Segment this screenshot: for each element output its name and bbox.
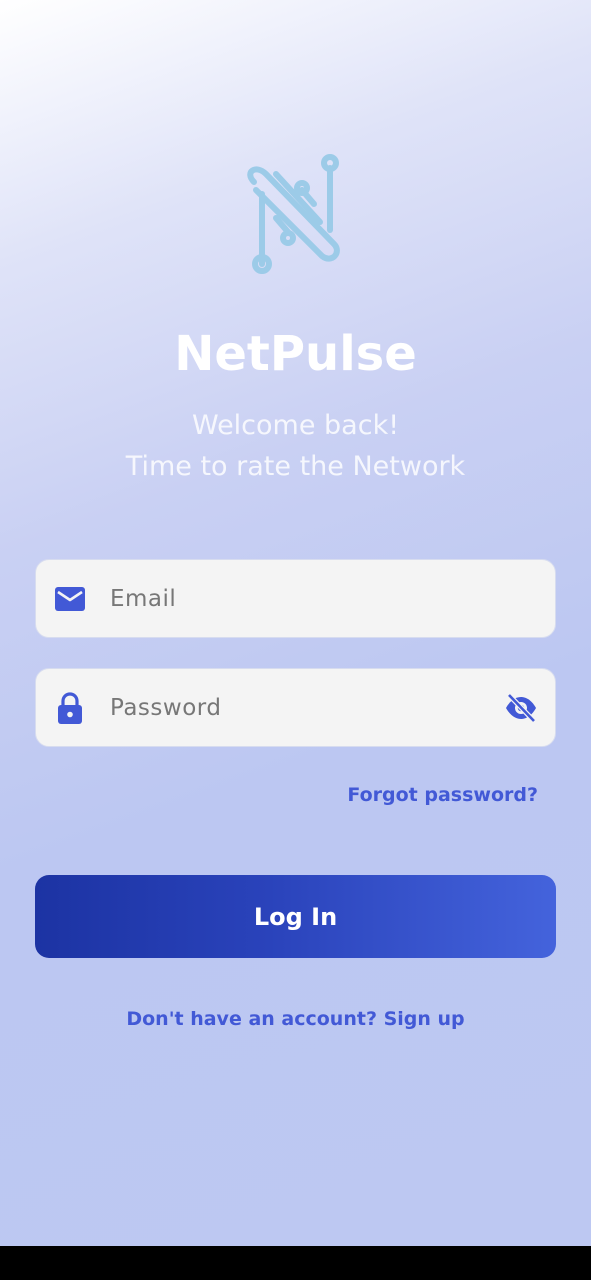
eye-off-icon[interactable] bbox=[503, 690, 539, 726]
password-input[interactable] bbox=[110, 669, 503, 746]
email-field[interactable] bbox=[35, 559, 556, 638]
lock-icon bbox=[54, 691, 86, 724]
email-input[interactable] bbox=[110, 560, 555, 637]
forgot-password-link[interactable]: Forgot password? bbox=[347, 784, 538, 806]
login-screen: NetPulse Welcome back! Time to rate the … bbox=[0, 0, 591, 1246]
system-navigation-bar bbox=[0, 1246, 591, 1280]
welcome-text: Welcome back! bbox=[191, 410, 400, 441]
signup-link[interactable]: Don't have an account? Sign up bbox=[0, 1008, 591, 1030]
tagline-text: Time to rate the Network bbox=[125, 451, 466, 482]
mail-icon bbox=[54, 583, 86, 615]
password-field[interactable] bbox=[35, 668, 556, 747]
login-button[interactable]: Log In bbox=[35, 875, 556, 958]
netpulse-logo-icon bbox=[247, 154, 340, 274]
app-title: NetPulse bbox=[174, 326, 417, 382]
